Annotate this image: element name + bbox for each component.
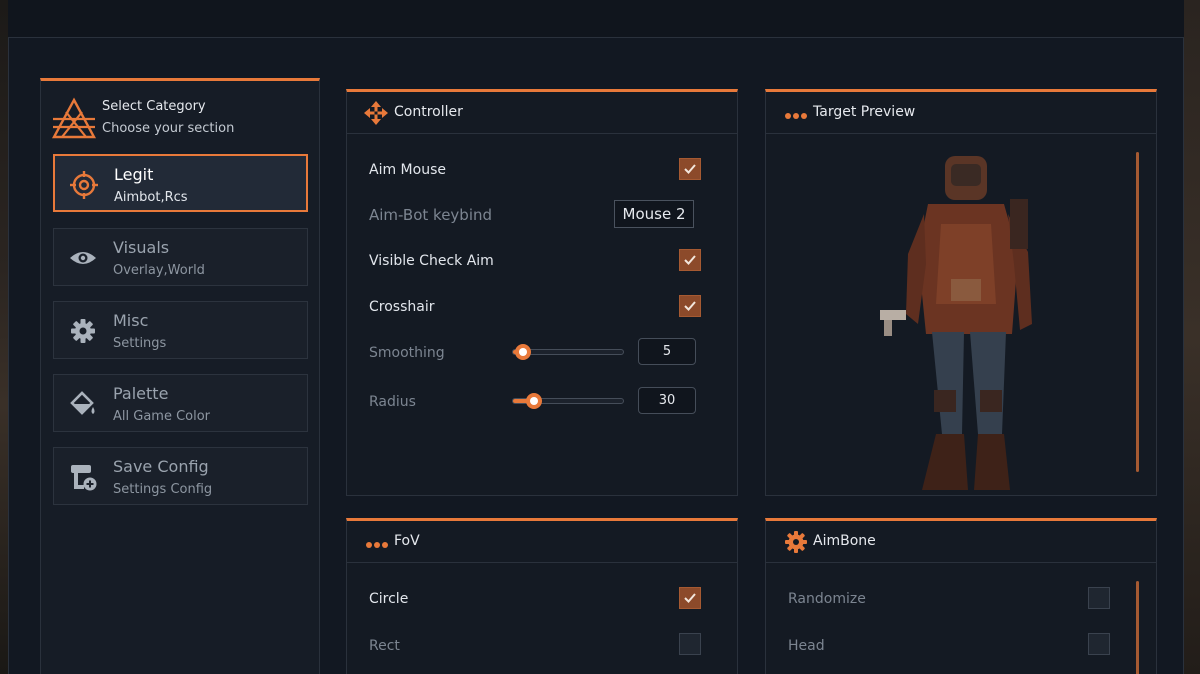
target-preview-area: [766, 134, 1156, 495]
aimbone-panel: AimBone Randomize Head: [765, 518, 1157, 674]
crosshair-icon: [70, 171, 98, 199]
gear-icon: [71, 319, 95, 343]
fov-title: FoV: [394, 533, 420, 549]
rect-label: Rect: [369, 638, 400, 654]
sidebar-item-misc[interactable]: Misc Settings: [53, 301, 308, 359]
eye-icon: [70, 252, 96, 264]
rect-checkbox[interactable]: [679, 633, 701, 655]
aimbot-keybind-button[interactable]: Mouse 2: [614, 200, 694, 228]
sidebar-item-sublabel: Overlay,World: [113, 263, 205, 278]
dots-icon: [785, 113, 807, 119]
aim-mouse-checkbox[interactable]: [679, 158, 701, 180]
sidebar-item-legit[interactable]: Legit Aimbot,Rcs: [53, 154, 308, 212]
smoothing-label: Smoothing: [369, 345, 445, 361]
brand-logo-icon: [51, 97, 97, 139]
checkmark-icon: [684, 593, 696, 603]
paint-bucket-icon: [70, 391, 95, 415]
circle-label: Circle: [369, 591, 409, 607]
background-edge-right: [1184, 0, 1200, 674]
gear-icon: [785, 531, 807, 553]
target-preview-panel: Target Preview: [765, 89, 1157, 496]
sidebar-item-save-config[interactable]: Save Config Settings Config: [53, 447, 308, 505]
aimbone-scrollbar[interactable]: [1136, 581, 1139, 674]
target-preview-title: Target Preview: [813, 104, 916, 120]
radius-slider-thumb[interactable]: [526, 393, 542, 409]
category-header: Select Category Choose your section: [51, 95, 311, 145]
smoothing-slider-thumb[interactable]: [515, 344, 531, 360]
category-sidebar: Select Category Choose your section Legi…: [40, 78, 320, 674]
randomize-checkbox[interactable]: [1088, 587, 1110, 609]
head-checkbox[interactable]: [1088, 633, 1110, 655]
move-arrows-icon: [364, 101, 388, 125]
crosshair-checkbox[interactable]: [679, 295, 701, 317]
checkmark-icon: [684, 164, 696, 174]
controller-panel-header: Controller: [347, 92, 737, 134]
sidebar-item-sublabel: Settings: [113, 336, 167, 351]
visible-check-checkbox[interactable]: [679, 249, 701, 271]
aimbone-title: AimBone: [813, 533, 876, 549]
sidebar-item-label: Misc: [113, 311, 149, 330]
aim-mouse-label: Aim Mouse: [369, 162, 446, 178]
smoothing-value-input[interactable]: 5: [638, 338, 696, 365]
sidebar-item-palette[interactable]: Palette All Game Color: [53, 374, 308, 432]
circle-checkbox[interactable]: [679, 587, 701, 609]
controller-panel: Controller Aim Mouse Aim-Bot keybind Mou…: [346, 89, 738, 496]
head-label: Head: [788, 638, 825, 654]
title-bar: [8, 0, 1184, 38]
crosshair-label: Crosshair: [369, 299, 435, 315]
category-subtitle: Choose your section: [102, 121, 235, 136]
background-edge-left: [0, 0, 8, 674]
sidebar-item-sublabel: All Game Color: [113, 409, 211, 424]
aimbone-panel-header: AimBone: [766, 521, 1156, 563]
dots-icon: [366, 542, 388, 548]
sidebar-item-label: Save Config: [113, 457, 209, 476]
sidebar-item-visuals[interactable]: Visuals Overlay,World: [53, 228, 308, 286]
category-title: Select Category: [102, 99, 206, 114]
radius-value-input[interactable]: 30: [638, 387, 696, 414]
fov-panel: FoV Circle Rect: [346, 518, 738, 674]
checkmark-icon: [684, 301, 696, 311]
visible-check-label: Visible Check Aim: [369, 253, 494, 269]
character-model-image: [880, 156, 1032, 490]
sidebar-item-sublabel: Settings Config: [113, 482, 213, 497]
sidebar-item-label: Legit: [114, 165, 154, 184]
randomize-label: Randomize: [788, 591, 866, 607]
sidebar-item-sublabel: Aimbot,Rcs: [114, 190, 188, 205]
radius-label: Radius: [369, 394, 416, 410]
sidebar-item-label: Visuals: [113, 238, 170, 257]
preview-scrollbar[interactable]: [1136, 152, 1139, 472]
fov-panel-header: FoV: [347, 521, 737, 563]
target-preview-header: Target Preview: [766, 92, 1156, 134]
smoothing-slider[interactable]: [512, 344, 624, 360]
controller-title: Controller: [394, 104, 463, 120]
aimbot-keybind-label: Aim-Bot keybind: [369, 206, 493, 224]
sidebar-item-label: Palette: [113, 384, 169, 403]
checkmark-icon: [684, 255, 696, 265]
save-config-icon: [71, 465, 97, 491]
radius-slider[interactable]: [512, 393, 624, 409]
